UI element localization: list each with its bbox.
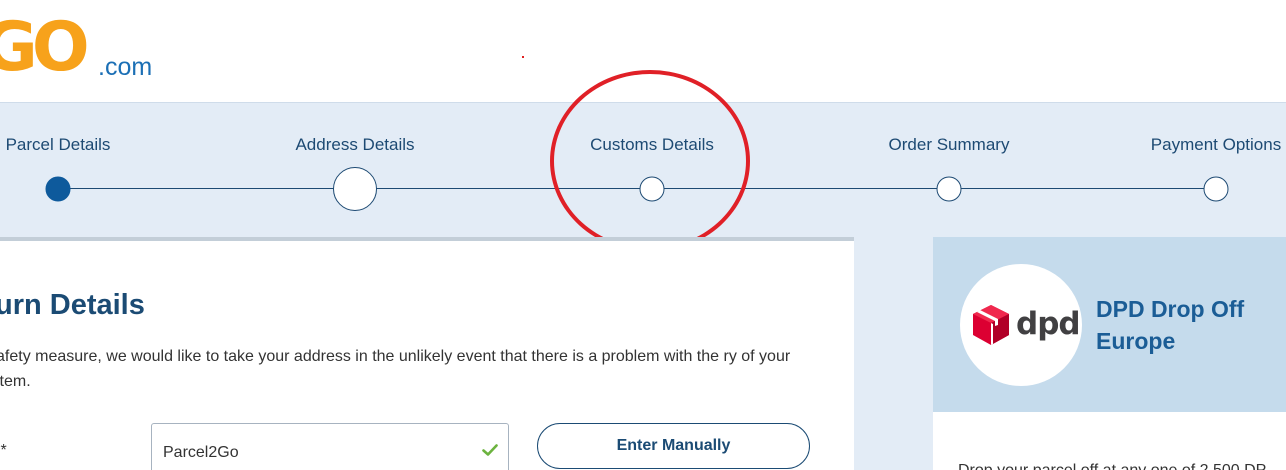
step-label-parcel-details: Parcel Details: [5, 135, 111, 154]
logo-com: .com: [98, 53, 153, 81]
service-header: dpd DPD Drop Off Europe: [933, 237, 1286, 412]
column-gutter: [854, 237, 933, 470]
return-details-description: afety measure, we would like to take you…: [0, 348, 791, 390]
check-icon: [482, 444, 498, 456]
step-label-order-summary: Order Summary: [888, 135, 1010, 154]
service-name: DPD Drop Off Europe: [1096, 296, 1245, 354]
return-details-title: urn Details: [0, 289, 145, 321]
step-label-address-details: Address Details: [295, 135, 415, 154]
service-summary-card: dpd DPD Drop Off Europe Drop your parcel…: [933, 237, 1286, 470]
dpd-logo: dpd: [960, 264, 1082, 386]
step-dot-address-details[interactable]: [333, 167, 377, 211]
step-dot-order-summary: [936, 176, 962, 202]
step-dot-parcel-details[interactable]: [45, 176, 71, 202]
company-input[interactable]: [151, 423, 509, 470]
dpd-cube-icon: [973, 305, 1009, 345]
red-highlight-circle: [550, 70, 750, 252]
step-dot-payment-options: [1203, 176, 1229, 202]
logo-go: GO: [0, 8, 90, 87]
dpd-wordmark: dpd: [1016, 306, 1081, 342]
service-description: Drop your parcel off at any one of 2,500…: [958, 462, 1286, 470]
enter-manually-button[interactable]: Enter Manually: [537, 423, 810, 469]
stray-red-dot: [522, 56, 524, 58]
return-details-card: urn Details afety measure, we would like…: [0, 237, 854, 470]
company-field-label: :*: [0, 442, 7, 459]
step-label-payment-options: Payment Options: [1150, 135, 1282, 154]
